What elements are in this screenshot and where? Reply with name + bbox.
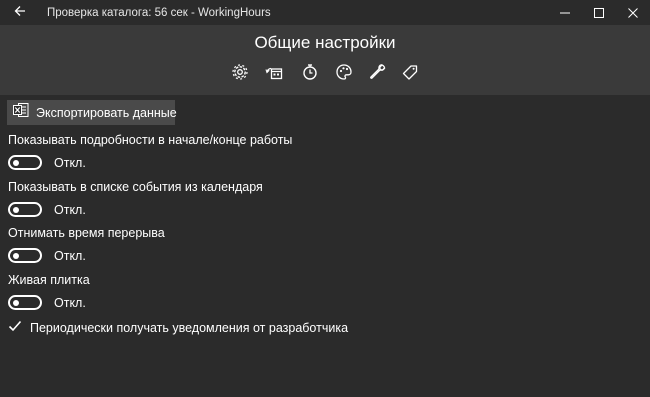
tab-tools[interactable] — [366, 62, 390, 86]
setting-label-calendar-events: Показывать в списке события из календаря — [8, 180, 263, 194]
notifications-label: Периодически получать уведомления от раз… — [30, 321, 349, 335]
wrench-icon — [369, 63, 387, 86]
calendar-events-toggle[interactable] — [8, 202, 42, 217]
close-button[interactable] — [616, 0, 650, 25]
setting-label-live-tile: Живая плитка — [8, 273, 90, 287]
tag-icon — [401, 63, 419, 86]
close-icon — [628, 7, 638, 18]
setting-label-details: Показывать подробности в начале/конце ра… — [8, 133, 293, 147]
details-toggle[interactable] — [8, 155, 42, 170]
checkmark-icon — [8, 319, 22, 338]
minimize-icon — [560, 8, 570, 18]
settings-content: Экспортировать данные Показывать подробн… — [0, 95, 650, 397]
gear-icon — [231, 63, 249, 86]
excel-icon — [13, 102, 29, 123]
setting-label-break-time: Отнимать время перерыва — [8, 226, 165, 240]
tab-calendar[interactable] — [262, 62, 286, 86]
tab-tags[interactable] — [398, 62, 422, 86]
back-button[interactable] — [0, 0, 40, 25]
toggle-state-label: Откл. — [54, 155, 86, 170]
calendar-sync-icon — [265, 63, 283, 86]
toggle-state-label: Откл. — [54, 202, 86, 217]
toggle-state-label: Откл. — [54, 295, 86, 310]
settings-header: Общие настройки — [0, 25, 650, 95]
break-time-toggle[interactable] — [8, 248, 42, 263]
back-arrow-icon — [14, 4, 26, 21]
notifications-checkbox[interactable] — [8, 319, 22, 338]
tab-timer[interactable] — [298, 62, 322, 86]
palette-icon — [335, 63, 353, 86]
toggle-state-label: Откл. — [54, 248, 86, 263]
export-data-button[interactable]: Экспортировать данные — [7, 100, 177, 125]
maximize-icon — [594, 7, 604, 18]
maximize-button[interactable] — [582, 0, 616, 25]
page-title: Общие настройки — [254, 33, 396, 52]
window-title: Проверка каталога: 56 сек - WorkingHours — [47, 6, 271, 19]
minimize-button[interactable] — [548, 0, 582, 25]
export-data-label: Экспортировать данные — [36, 105, 177, 120]
live-tile-toggle[interactable] — [8, 295, 42, 310]
title-bar: Проверка каталога: 56 сек - WorkingHours — [0, 0, 650, 25]
notifications-option: Периодически получать уведомления от раз… — [8, 319, 349, 338]
tab-theme[interactable] — [332, 62, 356, 86]
tab-general[interactable] — [228, 62, 252, 86]
settings-nav — [0, 62, 650, 86]
stopwatch-icon — [301, 63, 319, 86]
